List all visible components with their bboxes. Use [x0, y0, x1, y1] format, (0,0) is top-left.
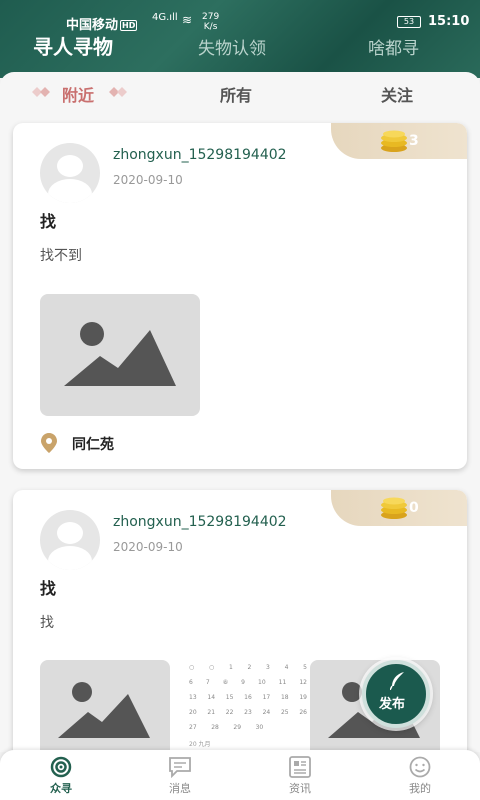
reward-badge: 0 — [331, 490, 467, 526]
reward-amount: 0 — [409, 500, 419, 516]
post-body: 找 — [40, 615, 54, 631]
post-title: 找 — [40, 212, 57, 231]
post-card[interactable]: 3 zhongxun_15298194402 2020-09-10 找 找不到 … — [13, 123, 467, 469]
main-content: 附近 所有 关注 3 zhongxun_15298194402 2020-09-… — [0, 72, 480, 752]
signal-icon: 4G.ıll — [152, 12, 178, 23]
nav-label: 我的 — [409, 782, 431, 795]
diamond-decoration-icon — [109, 87, 127, 97]
news-icon — [289, 756, 311, 778]
post-title: 找 — [40, 579, 57, 598]
post-date: 2020-09-10 — [113, 540, 183, 554]
nav-item-messages[interactable]: 消息 — [150, 756, 210, 798]
network-type: 4G — [152, 12, 167, 23]
app-header: 中国移动 HD 4G.ıll ≋ 279 K/s 53 15:10 寻人寻物 失物认… — [0, 0, 480, 78]
sub-tab-bar: 附近 所有 关注 — [0, 80, 480, 110]
reward-badge: 3 — [331, 123, 467, 159]
nav-item-home[interactable]: 众寻 — [31, 756, 91, 798]
home-swirl-icon — [50, 756, 72, 778]
publish-label: 发布 — [379, 697, 406, 712]
image-placeholder-icon[interactable] — [40, 660, 170, 752]
hd-badge: HD — [120, 20, 138, 31]
username[interactable]: zhongxun_15298194402 — [113, 514, 287, 530]
tab-all[interactable]: 所有 — [220, 82, 252, 106]
avatar[interactable] — [40, 510, 100, 570]
diamond-decoration-icon — [32, 87, 50, 97]
wifi-icon: ≋ — [182, 13, 193, 27]
post-date: 2020-09-10 — [113, 173, 183, 187]
tab-find-people-things[interactable]: 寻人寻物 — [33, 31, 113, 60]
network-speed: 279 K/s — [202, 12, 220, 32]
feather-icon — [390, 672, 404, 690]
nav-label: 资讯 — [289, 782, 311, 795]
clock: 15:10 — [428, 14, 470, 29]
coin-stack-icon — [381, 130, 407, 152]
nav-label: 众寻 — [50, 782, 72, 795]
bottom-navigation: 众寻 消息 资讯 我的 — [0, 750, 480, 800]
reward-amount: 3 — [409, 133, 419, 149]
message-icon — [169, 757, 191, 778]
username[interactable]: zhongxun_15298194402 — [113, 147, 287, 163]
publish-button[interactable]: 发布 — [362, 660, 430, 728]
image-placeholder-icon[interactable] — [40, 294, 200, 416]
tab-following[interactable]: 关注 — [381, 82, 413, 106]
location-pin-icon — [41, 433, 57, 453]
smiley-icon — [409, 756, 431, 778]
post-body: 找不到 — [40, 248, 82, 264]
tab-find-anything[interactable]: 啥都寻 — [368, 34, 419, 59]
avatar[interactable] — [40, 143, 100, 203]
coin-stack-icon — [381, 497, 407, 519]
nav-item-news[interactable]: 资讯 — [270, 756, 330, 798]
nav-item-profile[interactable]: 我的 — [390, 756, 450, 798]
tab-lost-and-found[interactable]: 失物认领 — [198, 34, 266, 59]
nav-label: 消息 — [169, 782, 191, 795]
top-tab-bar: 寻人寻物 失物认领 啥都寻 — [0, 32, 480, 62]
location-name: 同仁苑 — [72, 437, 114, 453]
tab-nearby[interactable]: 附近 — [62, 82, 94, 106]
battery-icon: 53 — [397, 16, 421, 28]
calendar-footer: 20 九月 — [189, 741, 211, 748]
calendar-screenshot-thumbnail[interactable]: ○ ○ 1 2 3 4 5 6 7 ⑧ 9 10 11 12 13 14 15 16 17 18 19 20 21 22… — [183, 660, 313, 750]
